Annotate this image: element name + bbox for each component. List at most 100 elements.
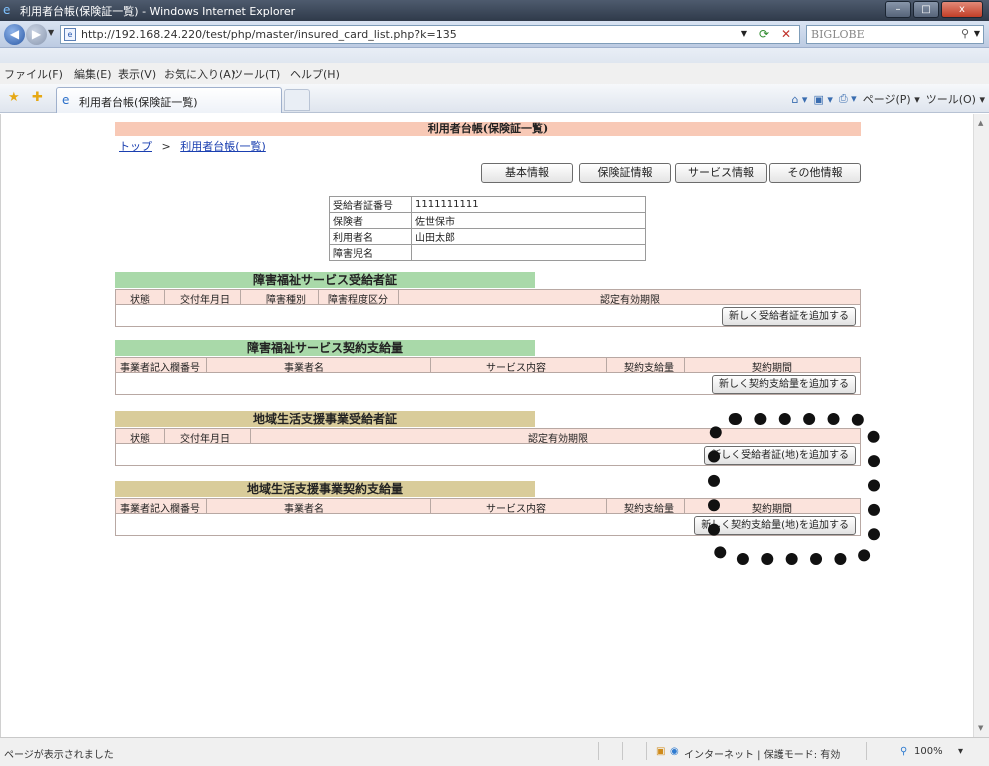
info-row: 障害児名 — [329, 244, 646, 261]
feeds-icon[interactable]: ▣ ▾ — [813, 93, 832, 106]
breadcrumb-top-link[interactable]: トップ — [119, 140, 152, 153]
scroll-up-icon[interactable]: ▲ — [978, 119, 983, 127]
tab-insurance-info[interactable]: 保険証情報 — [579, 163, 671, 183]
page-icon: e — [64, 28, 76, 41]
column-header: 状態 — [130, 434, 150, 445]
column-header: 認定有効期限 — [600, 295, 660, 306]
stop-icon[interactable]: ✕ — [781, 27, 791, 41]
section-columns: 状態 交付年月日 認定有効期限 — [115, 428, 861, 445]
section-row: 新しく契約支給量を追加する — [115, 373, 861, 395]
menu-file[interactable]: ファイル(F) — [4, 66, 63, 82]
command-bar: ⌂ ▾ ▣ ▾ ⎙ ▾ ページ(P) ▾ ツール(O) ▾ — [791, 91, 985, 107]
page-content: 利用者台帳(保険証一覧) トップ > 利用者台帳(一覧) 基本情報 保険証情報 … — [0, 114, 973, 737]
menu-tools[interactable]: ツール(T) — [232, 66, 280, 82]
info-value — [411, 244, 646, 261]
forward-button[interactable]: ▶ — [26, 24, 47, 45]
tab-other-info[interactable]: その他情報 — [769, 163, 861, 183]
page-title: 利用者台帳(保険証一覧) — [115, 122, 861, 136]
column-header: サービス内容 — [486, 504, 546, 515]
user-info-table: 受給者証番号 1111111111 保険者 佐世保市 利用者名 山田太郎 障害児… — [329, 196, 646, 261]
column-header: 事業者名 — [284, 363, 324, 374]
menu-favorites[interactable]: お気に入り(A) — [164, 66, 235, 82]
section-title: 障害福祉サービス受給者証 — [115, 272, 535, 288]
address-url[interactable]: http://192.168.24.220/test/php/master/in… — [81, 28, 457, 41]
add-local-certificate-button[interactable]: 新しく受給者証(地)を追加する — [704, 446, 856, 465]
column-header: 交付年月日 — [180, 295, 230, 306]
add-local-contract-button[interactable]: 新しく契約支給量(地)を追加する — [694, 516, 856, 535]
back-button[interactable]: ◀ — [4, 24, 25, 45]
section-title: 障害福祉サービス契約支給量 — [115, 340, 535, 356]
window-controls: – □ x — [885, 1, 983, 18]
zoom-level[interactable]: 100% — [914, 746, 943, 757]
section-row: 新しく受給者証(地)を追加する — [115, 444, 861, 466]
info-row: 保険者 佐世保市 — [329, 212, 646, 229]
section-columns: 状態 交付年月日 障害種別 障害程度区分 認定有効期限 — [115, 289, 861, 306]
vertical-scrollbar[interactable]: ▲ ▼ — [973, 114, 989, 737]
tab-service-info[interactable]: サービス情報 — [675, 163, 767, 183]
column-header: 障害種別 — [266, 295, 306, 306]
address-field[interactable]: e http://192.168.24.220/test/php/master/… — [60, 25, 800, 44]
info-value: 佐世保市 — [411, 212, 646, 229]
column-header: 契約期間 — [752, 504, 792, 515]
minimize-button[interactable]: – — [885, 1, 911, 18]
section-row: 新しく受給者証を追加する — [115, 305, 861, 327]
tools-menu[interactable]: ツール(O) ▾ — [926, 91, 985, 107]
menu-edit[interactable]: 編集(E) — [74, 66, 112, 82]
tab-label: 利用者台帳(保険証一覧) — [79, 96, 198, 109]
address-dropdown-icon[interactable]: ▼ — [741, 29, 747, 38]
security-zone[interactable]: インターネット | 保護モード: 有効 — [684, 746, 840, 761]
tab-current[interactable]: e 利用者台帳(保険証一覧) — [56, 87, 282, 113]
column-header: 事業者記入欄番号 — [120, 504, 200, 515]
column-header: 交付年月日 — [180, 434, 230, 445]
menu-help[interactable]: ヘルプ(H) — [290, 66, 340, 82]
column-header: 契約期間 — [752, 363, 792, 374]
column-header: 状態 — [130, 295, 150, 306]
search-icon[interactable]: ⚲ — [961, 27, 969, 40]
status-text: ページが表示されました — [4, 750, 114, 761]
zoom-icon: ⚲ — [900, 746, 908, 757]
column-header: 事業者名 — [284, 504, 324, 515]
column-header: 事業者記入欄番号 — [120, 363, 200, 374]
info-value: 1111111111 — [411, 196, 646, 213]
ie-logo-icon: e — [3, 3, 11, 17]
breadcrumb-separator: > — [161, 140, 171, 153]
maximize-button[interactable]: □ — [913, 1, 939, 18]
section-columns: 事業者記入欄番号 事業者名 サービス内容 契約支給量 契約期間 — [115, 357, 861, 374]
tab-page-icon: e — [62, 93, 70, 107]
breadcrumb-list-link[interactable]: 利用者台帳(一覧) — [180, 140, 266, 153]
refresh-icon[interactable]: ⟳ — [759, 27, 769, 41]
section-title: 地域生活支援事業契約支給量 — [115, 481, 535, 497]
search-input[interactable]: BIGLOBE ⚲ ▼ — [806, 25, 984, 44]
add-certificate-button[interactable]: 新しく受給者証を追加する — [722, 307, 856, 326]
section-columns: 事業者記入欄番号 事業者名 サービス内容 契約支給量 契約期間 — [115, 498, 861, 515]
menu-strip — [0, 48, 989, 63]
history-dropdown-icon[interactable]: ▼ — [48, 28, 54, 37]
favorites-star-icon[interactable]: ★ — [8, 90, 20, 105]
zoom-dropdown-icon[interactable]: ▾ — [958, 746, 963, 757]
search-dropdown-icon[interactable]: ▼ — [974, 29, 980, 38]
security-icon[interactable]: ▣ — [656, 746, 665, 757]
window-title: 利用者台帳(保険証一覧) - Windows Internet Explorer — [20, 5, 296, 18]
menu-view[interactable]: 表示(V) — [118, 66, 156, 82]
add-favorites-icon[interactable]: ✚ — [32, 90, 43, 105]
print-icon[interactable]: ⎙ ▾ — [839, 92, 857, 106]
info-key: 障害児名 — [329, 244, 412, 261]
tab-basic-info[interactable]: 基本情報 — [481, 163, 573, 183]
info-row: 受給者証番号 1111111111 — [329, 196, 646, 213]
add-contract-button[interactable]: 新しく契約支給量を追加する — [712, 375, 856, 394]
section-row: 新しく契約支給量(地)を追加する — [115, 514, 861, 536]
section-title: 地域生活支援事業受給者証 — [115, 411, 535, 427]
scroll-down-icon[interactable]: ▼ — [978, 724, 983, 732]
column-header: 契約支給量 — [624, 504, 674, 515]
address-toolbar: ◀ ▶ ▼ e http://192.168.24.220/test/php/m… — [0, 21, 989, 48]
new-tab-button[interactable] — [284, 89, 310, 111]
info-value: 山田太郎 — [411, 228, 646, 245]
info-row: 利用者名 山田太郎 — [329, 228, 646, 245]
search-engine-label: BIGLOBE — [811, 28, 865, 41]
close-button[interactable]: x — [941, 1, 983, 18]
info-key: 保険者 — [329, 212, 412, 229]
status-bar: ページが表示されました ▣ ◉ インターネット | 保護モード: 有効 ⚲ 10… — [0, 737, 989, 766]
breadcrumb: トップ > 利用者台帳(一覧) — [119, 138, 266, 154]
page-menu[interactable]: ページ(P) ▾ — [863, 91, 920, 107]
home-icon[interactable]: ⌂ ▾ — [791, 93, 807, 106]
